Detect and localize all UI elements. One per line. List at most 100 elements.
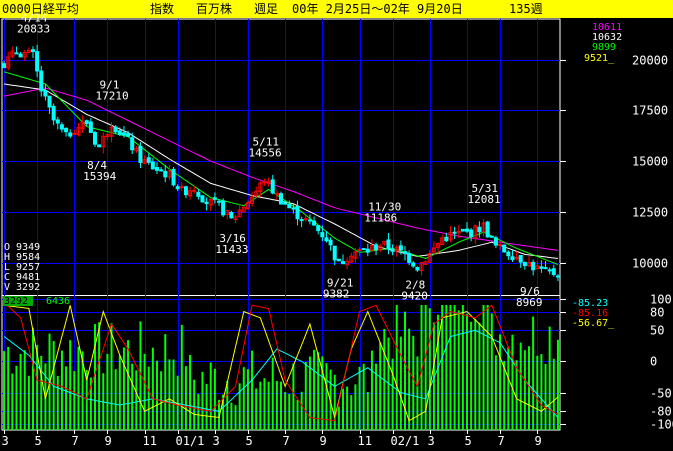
volume-bar [466,313,468,430]
volume-bar [362,363,365,430]
volume-bar [507,347,510,430]
volume-bar [172,359,175,430]
volume-bar [271,357,274,430]
candle-body [68,132,73,137]
volume-bar [519,342,522,430]
volume-bar [118,355,121,430]
price-tick-label: 20000 [632,54,668,68]
volume-bar [147,366,150,430]
candle-body [551,268,556,276]
ma-extra-value: 9521_ [584,53,615,64]
volume-bar [106,353,109,430]
peak-value-label: 9420 [401,290,428,303]
price-tick-label: 15000 [632,155,668,169]
volume-bar [209,362,212,430]
volume-bar [69,340,72,430]
candle-body [485,221,490,238]
peak-value-label: 20833 [17,23,50,36]
candle-body [328,239,333,246]
volume-bar [494,355,497,430]
candle-body [217,200,221,203]
volume-bar [135,370,138,430]
volume-bar [428,308,431,430]
volume-bar [296,400,299,430]
candle-body [35,51,40,72]
volume-bars [3,305,559,430]
candle-body [126,133,131,137]
candle-body [155,166,159,171]
volume-bar [391,358,394,430]
volume-bar [490,313,493,430]
candle-body [59,124,64,130]
candle-body [72,132,77,135]
volume-bar [478,322,481,430]
candle-body [270,179,275,194]
volume-bar [453,305,456,430]
volume-bar [486,305,489,430]
candle-body [31,49,35,52]
candle-body [299,219,304,222]
volume-bar [267,381,270,430]
volume-bar [255,388,258,430]
candle-body [2,63,7,69]
volume-bar [499,334,502,430]
candle-body [159,169,164,172]
x-tick-label: 01/1 [176,434,205,448]
volume-bar [205,383,208,430]
volume-bar [193,379,196,430]
candle-body [365,248,370,253]
ohlc-volume: V 3292 [4,282,40,293]
candle-body [192,189,197,192]
volume-bar [201,371,204,430]
candle-body [175,186,180,190]
volume-bar [98,322,101,430]
candle-body [374,244,379,251]
volume-bar [60,350,63,430]
candle-body [518,255,523,263]
candle-body [204,201,209,205]
osc-tick-label: -80 [650,405,672,419]
candle-body [357,248,362,251]
candle-body [307,219,312,222]
candle-body [212,197,217,200]
volume-bar [32,327,34,430]
price-tick-label: 17500 [632,104,668,118]
volume-bar [56,375,59,430]
candle-body [93,132,97,145]
x-tick-label: 7 [498,434,505,448]
candle-body [324,237,329,242]
volume-bar [544,363,547,430]
volume-bar [27,375,30,430]
volume-bar [230,402,233,430]
volume-bar [457,310,460,430]
volume-bar [515,360,518,430]
volume-bar [259,381,262,430]
candle-body [444,236,449,242]
volume-bar [168,359,171,430]
candle-body [411,262,416,267]
volume-bar [540,354,543,430]
candle-body [171,168,176,186]
volume-bar [358,366,361,430]
plot-frame [1,18,561,431]
volume-bar [461,305,464,430]
candle-body [452,231,457,234]
chart-labels: 4/14208339/1172108/4153943/16114335/1114… [17,12,543,309]
candle-body [506,251,511,257]
peak-value-label: 11433 [215,243,248,256]
price-tick-label: 10000 [632,257,668,271]
candle-body [179,186,184,189]
volume-bar [197,393,200,430]
volume-bar [482,305,485,430]
candle-body [415,267,420,271]
x-tick-label: 3 [2,434,9,448]
volume-bar [548,326,551,430]
candle-body [539,266,544,269]
peak-value-label: 17210 [96,90,129,103]
ma-fast-value: 9899 [592,42,616,53]
volume-bar [65,366,68,430]
volume-bar [395,305,398,430]
volume-bar [213,368,216,430]
x-tick-label: 11 [143,434,157,448]
candle-body [18,53,23,58]
